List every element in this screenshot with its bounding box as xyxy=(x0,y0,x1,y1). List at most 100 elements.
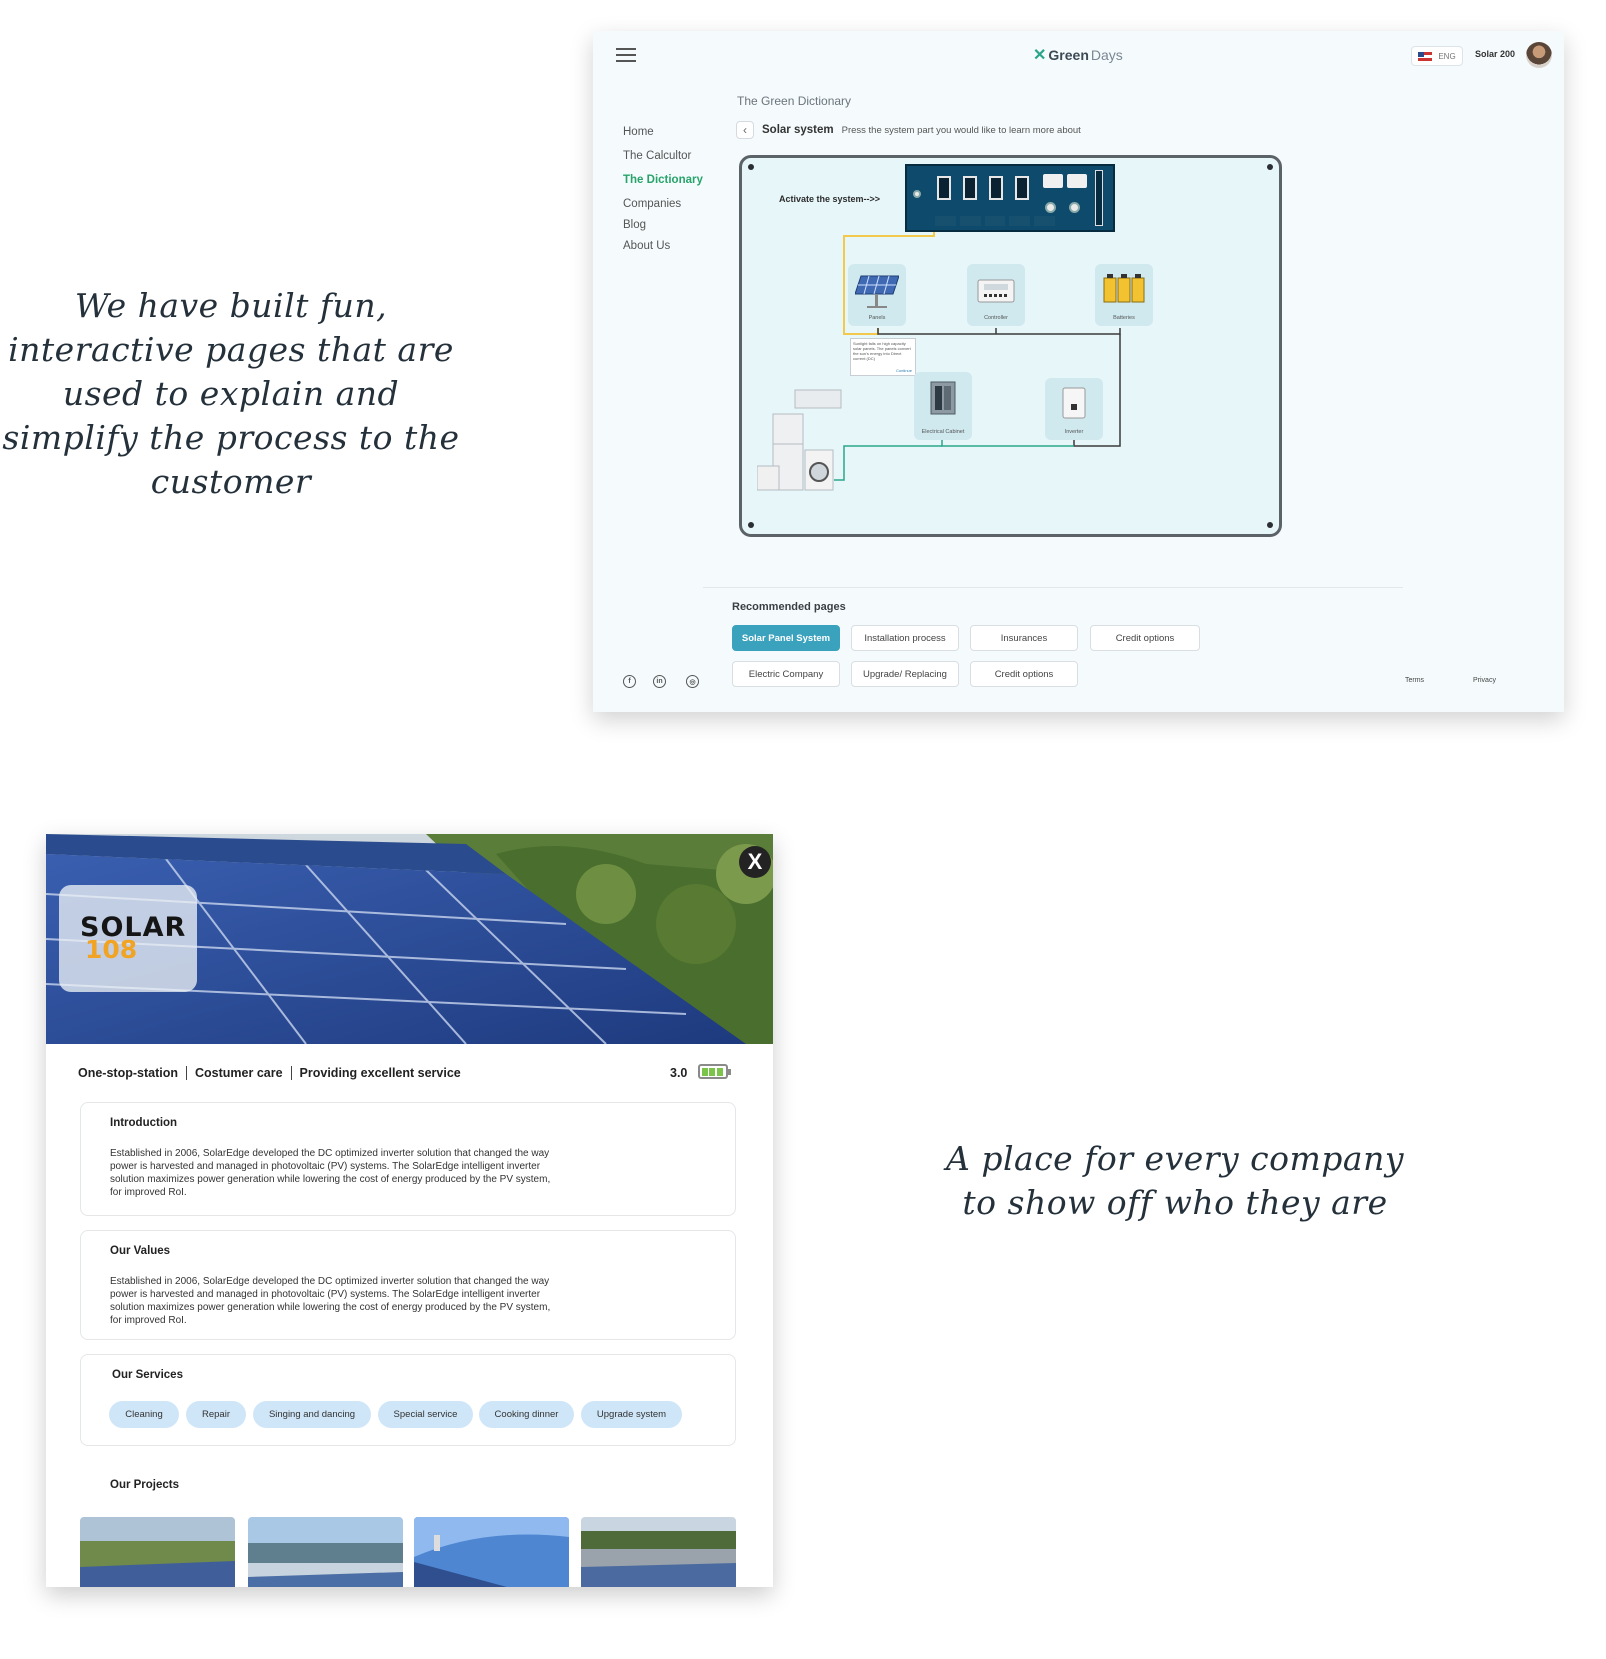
gauge-icon xyxy=(1067,174,1087,188)
company-rating: 3.0 xyxy=(670,1066,688,1080)
brand-name-bold: Green xyxy=(1048,47,1089,63)
recommended-chip[interactable]: Insurances xyxy=(970,625,1078,651)
brand-name-light: Days xyxy=(1090,47,1123,63)
caption-interactive-pages: We have built fun, interactive pages tha… xyxy=(2,286,460,501)
component-label: Controller xyxy=(984,315,1008,321)
service-chip[interactable]: Special service xyxy=(378,1401,473,1428)
switch-icon xyxy=(937,176,951,200)
switch-icon xyxy=(989,176,1003,200)
component-inverter[interactable]: Inverter xyxy=(1045,378,1103,440)
switch-icon xyxy=(1015,176,1029,200)
services-title: Our Services xyxy=(112,1369,183,1381)
control-panel[interactable] xyxy=(905,164,1115,232)
panel-slots xyxy=(935,216,1055,226)
breadcrumb-system: Solar system xyxy=(762,124,834,136)
service-chip[interactable]: Upgrade system xyxy=(581,1401,682,1428)
terms-link[interactable]: Terms xyxy=(1405,677,1424,684)
us-flag-icon xyxy=(1418,51,1433,61)
project-thumbnail[interactable] xyxy=(80,1517,235,1587)
control-knob-icon xyxy=(913,190,921,198)
nav-item-companies[interactable]: Companies xyxy=(623,198,703,219)
dial-icon xyxy=(1045,202,1056,213)
project-thumbnail[interactable] xyxy=(414,1517,569,1587)
introduction-title: Introduction xyxy=(110,1117,178,1129)
recommended-chip[interactable]: Solar Panel System xyxy=(732,625,840,651)
nav-item-calculator[interactable]: The Calcultor xyxy=(623,150,703,174)
component-label: Electrical Cabinet xyxy=(921,429,965,435)
gauge-icon xyxy=(1043,174,1063,188)
service-chip[interactable]: Singing and dancing xyxy=(253,1401,371,1428)
instagram-icon[interactable]: ◎ xyxy=(686,675,699,688)
switch-icon xyxy=(963,176,977,200)
inverter-icon xyxy=(1062,387,1086,419)
values-text: Established in 2006, SolarEdge developed… xyxy=(110,1276,551,1326)
language-selector[interactable]: ENG xyxy=(1411,46,1463,66)
service-chip[interactable]: Cooking dinner xyxy=(479,1401,574,1428)
nav-item-blog[interactable]: Blog xyxy=(623,219,703,240)
component-label: Inverter xyxy=(1064,429,1084,435)
batteries-icon xyxy=(1103,274,1145,303)
recommended-chip[interactable]: Upgrade/ Replacing xyxy=(851,661,959,687)
company-logo: SOLAR 108 xyxy=(59,885,197,992)
values-card: Our Values Established in 2006, SolarEdg… xyxy=(80,1230,736,1340)
breadcrumb-hint: Press the system part you would like to … xyxy=(841,124,1081,136)
slider-track-icon xyxy=(1095,170,1103,226)
hamburger-menu-icon[interactable] xyxy=(616,48,636,64)
nav-item-home[interactable]: Home xyxy=(623,126,703,150)
nav-item-about[interactable]: About Us xyxy=(623,240,703,264)
services-card: Our Services Cleaning Repair Singing and… xyxy=(80,1354,736,1446)
privacy-link[interactable]: Privacy xyxy=(1473,677,1496,684)
tag-divider xyxy=(290,1066,292,1080)
facebook-icon[interactable]: f xyxy=(623,675,636,688)
chevron-left-icon: ‹ xyxy=(743,123,747,137)
section-divider xyxy=(703,587,1403,588)
presentation-canvas: We have built fun, interactive pages tha… xyxy=(0,0,1606,1659)
back-button[interactable]: ‹ xyxy=(736,121,754,139)
component-electrical-cabinet[interactable]: Electrical Cabinet xyxy=(914,372,972,440)
activate-system-label: Activate the system-->> xyxy=(779,194,881,204)
caption-company-showcase: A place for every company to show off wh… xyxy=(946,1139,1404,1222)
recommended-chip[interactable]: Electric Company xyxy=(732,661,840,687)
avatar[interactable] xyxy=(1526,42,1552,68)
nav-item-dictionary[interactable]: The Dictionary xyxy=(623,174,703,198)
brand-logo[interactable]: ✕ Green Days xyxy=(1033,45,1123,65)
dial-icon xyxy=(1069,202,1080,213)
tag-divider xyxy=(186,1066,187,1080)
recommended-chip[interactable]: Credit options xyxy=(1090,625,1200,651)
tooltip-text: Sunlight falls on high capacity solar pa… xyxy=(853,341,911,361)
introduction-card: Introduction Established in 2006, SolarE… xyxy=(80,1102,736,1216)
solar-system-diagram: Activate the system-->> Panels Controlle… xyxy=(739,155,1282,537)
hero-image: SOLAR 108 X xyxy=(46,834,773,1044)
home-appliances-icon xyxy=(757,389,842,491)
tag-item: Providing excellent service xyxy=(299,1066,461,1080)
tooltip-continue-link[interactable]: Continue xyxy=(896,368,912,373)
recommended-chip[interactable]: Installation process xyxy=(851,625,959,651)
project-thumbnail[interactable] xyxy=(581,1517,736,1587)
projects-title: Our Projects xyxy=(110,1479,180,1491)
component-controller[interactable]: Controller xyxy=(967,264,1025,326)
introduction-text: Established in 2006, SolarEdge developed… xyxy=(110,1148,551,1198)
page-title: The Green Dictionary xyxy=(737,94,852,108)
close-button[interactable]: X xyxy=(739,846,771,878)
project-thumbnail[interactable] xyxy=(248,1517,403,1587)
component-batteries[interactable]: Batteries xyxy=(1095,264,1153,326)
company-page-window: SOLAR 108 X One-stop-station Costumer ca… xyxy=(46,834,773,1587)
tag-item: Costumer care xyxy=(195,1066,283,1080)
values-title: Our Values xyxy=(110,1245,171,1257)
recommended-title: Recommended pages xyxy=(732,601,846,613)
breadcrumb: ‹ Solar system Press the system part you… xyxy=(736,121,1081,139)
component-tooltip: Sunlight falls on high capacity solar pa… xyxy=(850,338,916,376)
linkedin-icon[interactable]: in xyxy=(653,675,666,688)
service-chip[interactable]: Repair xyxy=(186,1401,246,1428)
language-label: ENG xyxy=(1438,51,1456,61)
electrical-cabinet-icon xyxy=(930,381,956,415)
company-tagline: One-stop-station Costumer care Providing… xyxy=(78,1066,461,1080)
component-label: Batteries xyxy=(1113,315,1135,321)
greendays-logo-icon: ✕ xyxy=(1033,47,1047,64)
service-chip[interactable]: Cleaning xyxy=(109,1401,179,1428)
user-name[interactable]: Solar 200 xyxy=(1475,49,1515,59)
tag-item: One-stop-station xyxy=(78,1066,178,1080)
component-panels[interactable]: Panels xyxy=(848,264,906,326)
battery-rating-icon xyxy=(698,1064,731,1079)
recommended-chip[interactable]: Credit options xyxy=(970,661,1078,687)
